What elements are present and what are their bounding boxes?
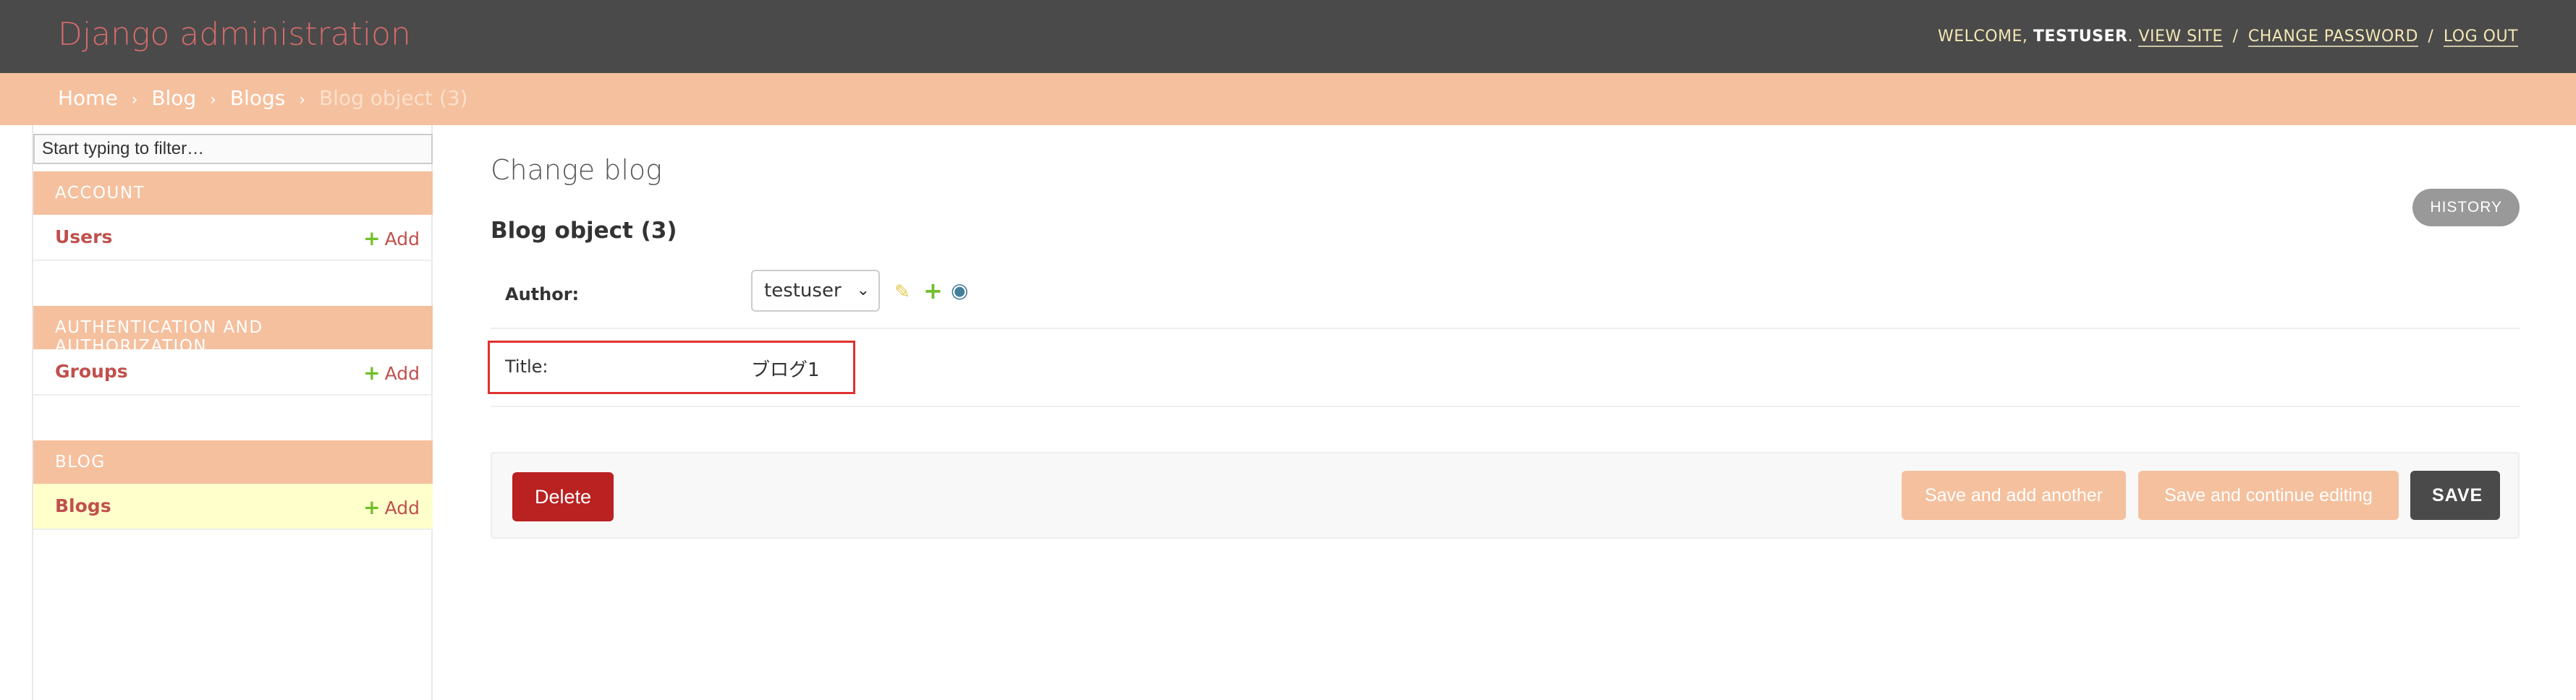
user-tools: WELCOME, TESTUSER. VIEW SITE / CHANGE PA…: [1937, 27, 2518, 47]
sidebar-item-blogs: Blogs + Add: [33, 484, 433, 530]
delete-button[interactable]: Delete: [512, 472, 614, 521]
chevron-down-icon: ⌄: [856, 281, 870, 299]
module-auth: Authentication and Authorization Groups …: [33, 306, 433, 396]
header: Django administration WELCOME, TESTUSER.…: [0, 0, 2576, 73]
breadcrumb: Home › Blog › Blogs › Blog object (3): [0, 73, 2576, 125]
breadcrumb-separator: ›: [299, 91, 306, 109]
username: TESTUSER: [2033, 27, 2128, 46]
breadcrumb-current: Blog object (3): [318, 86, 468, 110]
add-user-button[interactable]: + Add: [363, 226, 420, 250]
plus-icon: +: [363, 226, 381, 250]
nav-filter-input[interactable]: [33, 134, 433, 164]
pencil-icon[interactable]: ✎: [894, 281, 910, 303]
breadcrumb-home[interactable]: Home: [58, 86, 118, 110]
object-title: Blog object (3): [491, 218, 677, 244]
plus-icon: +: [363, 361, 381, 385]
plus-icon[interactable]: +: [923, 277, 943, 304]
save-and-continue-button[interactable]: Save and continue editing: [2138, 471, 2399, 520]
author-field-row: Author: testuser ⌄ ✎ + ◉: [491, 260, 2520, 329]
view-site-link[interactable]: VIEW SITE: [2138, 27, 2223, 47]
history-button[interactable]: HISTORY: [2412, 189, 2520, 226]
breadcrumb-blog[interactable]: Blog: [151, 86, 196, 110]
log-out-link[interactable]: LOG OUT: [2443, 27, 2518, 47]
submit-row: Delete Save and add another Save and con…: [491, 452, 2520, 539]
eye-icon[interactable]: ◉: [951, 278, 968, 302]
welcome-text: WELCOME,: [1937, 27, 2028, 46]
module-account: Account Users + Add: [33, 171, 433, 261]
breadcrumb-separator: ›: [131, 91, 138, 109]
module-caption-account[interactable]: Account: [33, 171, 433, 215]
title-field-row: Title: ブログ1: [488, 329, 2520, 407]
author-select[interactable]: testuser ⌄: [751, 270, 880, 312]
save-and-add-another-button[interactable]: Save and add another: [1902, 471, 2126, 520]
model-link-groups[interactable]: Groups: [55, 361, 128, 382]
plus-icon: +: [363, 495, 381, 519]
author-selected-value: testuser: [764, 280, 842, 302]
module-caption-blog[interactable]: Blog: [33, 440, 433, 484]
model-link-users[interactable]: Users: [55, 226, 112, 247]
sidebar-item-groups: Groups + Add: [33, 349, 433, 396]
add-group-button[interactable]: + Add: [363, 361, 420, 385]
module-caption-auth[interactable]: Authentication and Authorization: [33, 306, 433, 356]
save-button[interactable]: SAVE: [2410, 471, 2500, 520]
add-blog-button[interactable]: + Add: [363, 495, 420, 519]
site-branding[interactable]: Django administration: [58, 16, 411, 53]
author-label: Author:: [505, 284, 580, 304]
module-blog: Blog Blogs + Add: [33, 440, 433, 530]
sidebar-nav: Account Users +Add Authentication and Au…: [32, 125, 433, 700]
model-link-blogs[interactable]: Blogs: [55, 495, 111, 516]
breadcrumb-blogs[interactable]: Blogs: [230, 86, 285, 110]
main-content: Change blog HISTORY Blog object (3) Auth…: [488, 125, 2520, 700]
title-value: ブログ1: [751, 359, 820, 381]
title-label: Title:: [505, 357, 548, 377]
sidebar-item-users: Users + Add: [33, 215, 433, 261]
breadcrumb-separator: ›: [210, 91, 216, 109]
change-password-link[interactable]: CHANGE PASSWORD: [2247, 27, 2418, 47]
page-title: Change blog: [491, 154, 662, 186]
